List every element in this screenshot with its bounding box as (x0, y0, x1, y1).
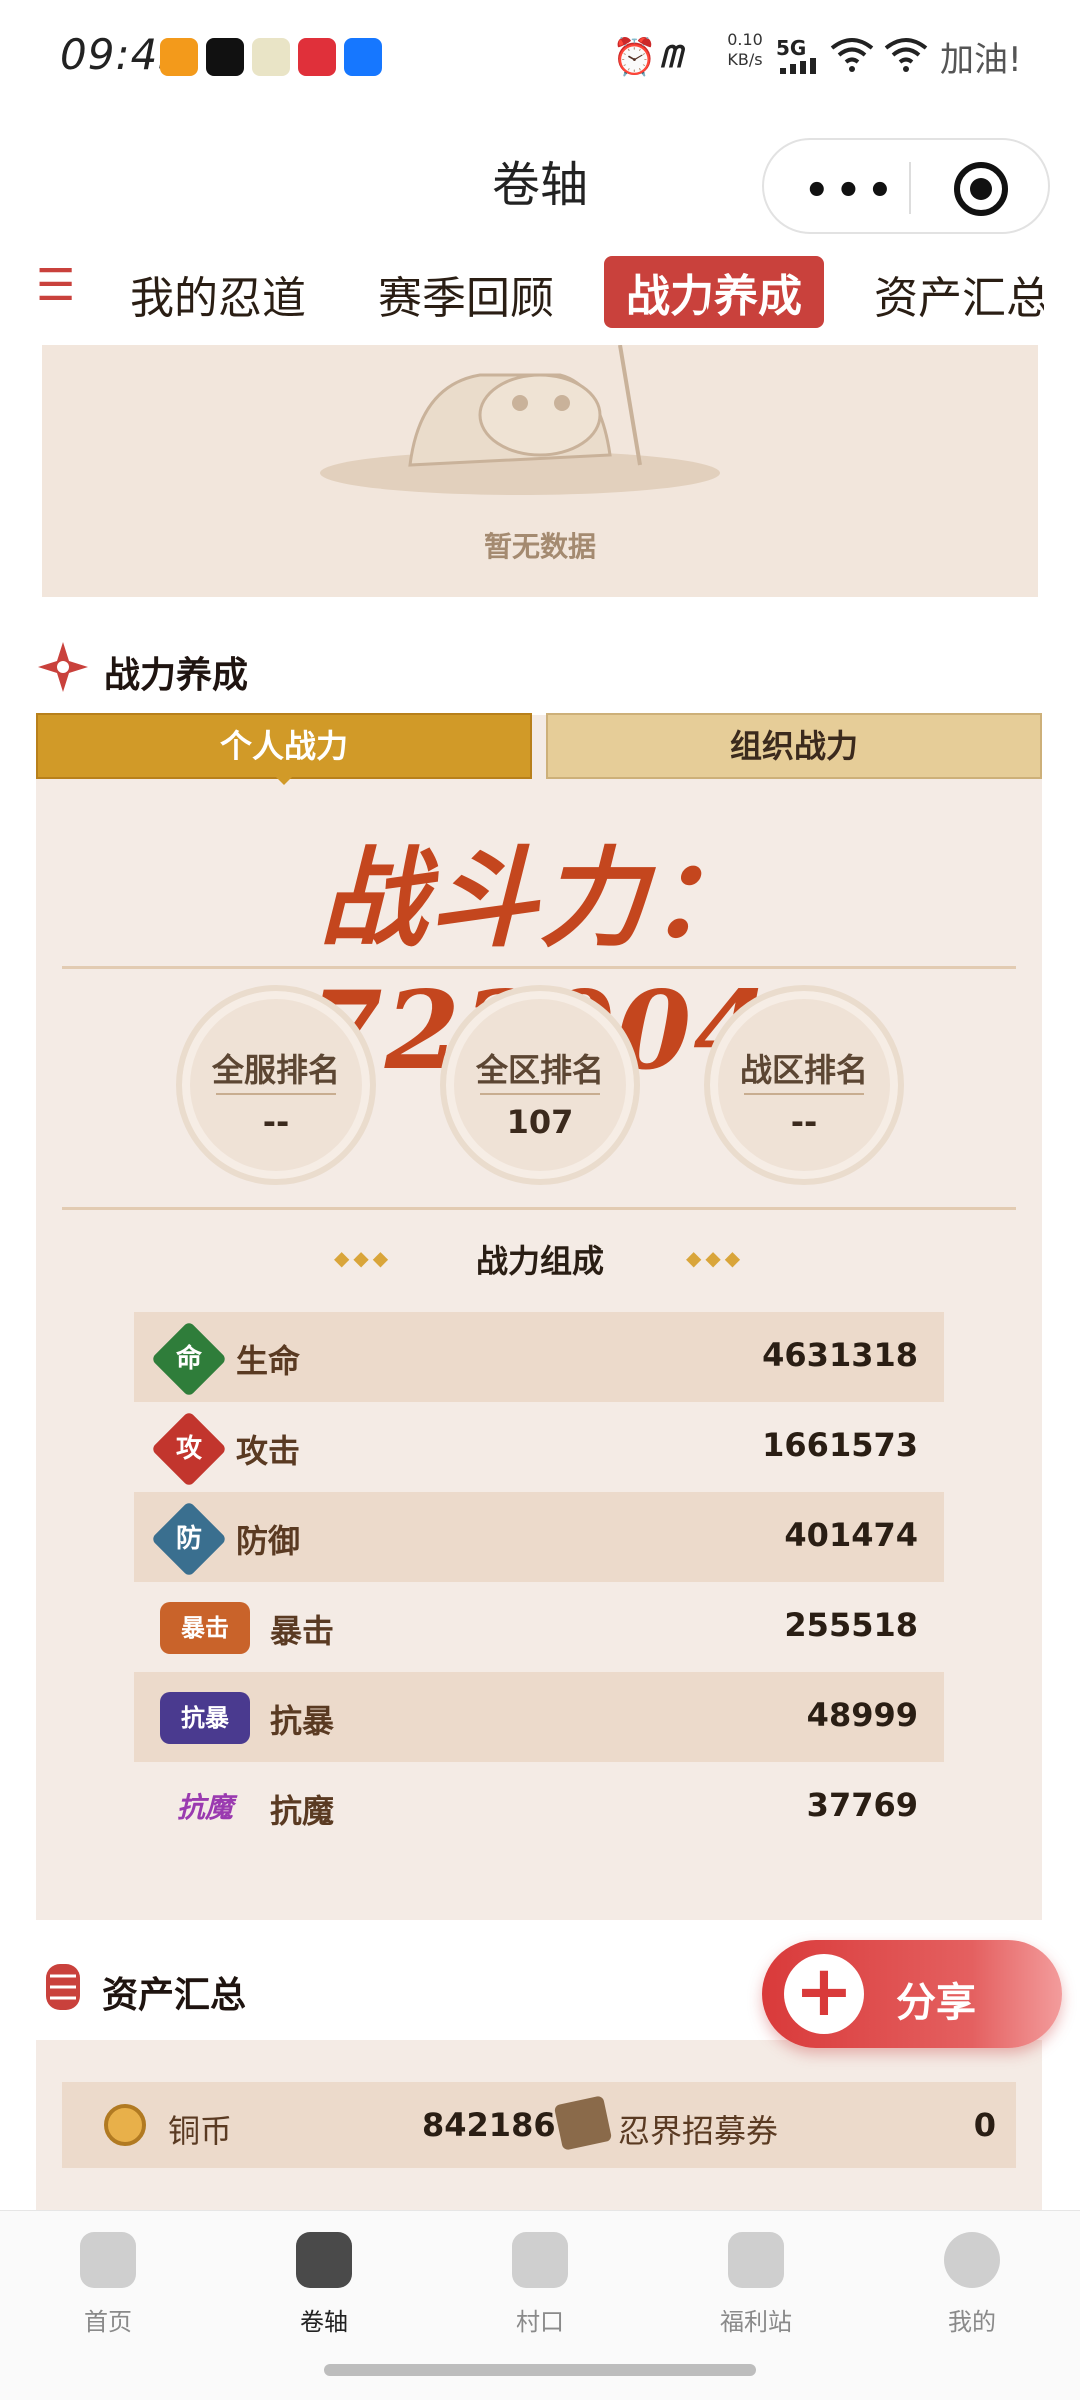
home-icon (80, 2232, 136, 2288)
plus-icon: + (784, 1954, 864, 2034)
app-notification-icon (206, 38, 244, 76)
signal-type: 5G (776, 36, 807, 60)
battery-text: 加油! (940, 40, 1022, 80)
net-speed: 0.10 KB/s (727, 30, 763, 69)
rank-server: 全服排名 -- (176, 985, 376, 1185)
nav-scroll[interactable]: 卷轴 (254, 2232, 394, 2337)
magic-resist-icon: 抗魔 (176, 1791, 233, 1824)
tab-my-ninja-way[interactable]: 我的忍道 (130, 262, 306, 326)
pinwheel-icon (512, 2232, 568, 2288)
composition-title: 战力组成 (475, 1242, 604, 1280)
share-button[interactable]: + 分享 (762, 1940, 1062, 2048)
alarm-icon: ⏰ (612, 37, 657, 78)
signal-bars-icon (776, 58, 822, 74)
tab-assets[interactable]: 资产汇总 (874, 262, 1044, 326)
scroll-icon (296, 2232, 352, 2288)
stat-row-magic-resist: 抗魔 抗魔 37769 (134, 1762, 944, 1852)
app-notification-icon (344, 38, 382, 76)
nav-profile[interactable]: 我的 (902, 2232, 1042, 2337)
divider (62, 966, 1016, 969)
nav-village[interactable]: 村口 (470, 2232, 610, 2337)
nav-home[interactable]: 首页 (38, 2232, 178, 2337)
section-title-power: 战力养成 (104, 655, 249, 696)
shuriken-icon: ✦ (694, 300, 720, 335)
tab-season-review[interactable]: 赛季回顾 (378, 262, 554, 326)
status-bar: 09:45 ⏰ ᗰ 0.10 KB/s 5G 加油! (0, 0, 1080, 120)
stat-row-hp: 命 生命 4631318 (134, 1312, 944, 1402)
user-icon (944, 2232, 1000, 2288)
wifi-icon (884, 34, 928, 78)
toad-illustration-icon (300, 344, 740, 495)
gift-icon (728, 2232, 784, 2288)
stat-row-attack: 攻 攻击 1661573 (134, 1402, 944, 1492)
coin-icon (104, 2104, 146, 2146)
crit-icon: 暴击 (160, 1602, 250, 1654)
asset-row: 铜币 842186 忍界招募券 0 (62, 2082, 1016, 2168)
tab-org-power[interactable]: 组织战力 (546, 713, 1042, 779)
stat-row-crit: 暴击 暴击 255518 (134, 1582, 944, 1672)
nav-welfare[interactable]: 福利站 (686, 2232, 826, 2337)
menu-icon[interactable]: ☰ (36, 260, 75, 311)
home-indicator (324, 2364, 756, 2376)
wifi-icon (830, 34, 874, 83)
stat-row-crit-resist: 抗暴 抗暴 48999 (134, 1672, 944, 1762)
app-notification-icon (160, 38, 198, 76)
section-title-assets: 资产汇总 (102, 1975, 247, 2016)
close-target-icon[interactable] (954, 162, 1008, 216)
more-icon[interactable]: ••• (804, 168, 899, 214)
miniprogram-capsule: ••• (762, 138, 1050, 234)
divider (62, 1207, 1016, 1210)
shuriken-icon (36, 640, 90, 694)
stat-row-defense: 防 防御 401474 (134, 1492, 944, 1582)
empty-state-text: 暂无数据 (483, 530, 596, 563)
tab-personal-power[interactable]: 个人战力 (36, 713, 532, 779)
capsule-divider (909, 162, 911, 214)
rank-zone: 战区排名 -- (704, 985, 904, 1185)
rank-region: 全区排名 107 (440, 985, 640, 1185)
recruit-ticket-icon (553, 2095, 613, 2151)
app-notification-icon (298, 38, 336, 76)
app-notification-icon (252, 38, 290, 76)
diamond-ornament-icon: ◆◆◆ (686, 1246, 745, 1270)
crit-resist-icon: 抗暴 (160, 1692, 250, 1744)
network-logo-icon: ᗰ (660, 40, 682, 75)
scroll-icon (42, 1960, 84, 2014)
tab-pointer-icon (274, 775, 294, 785)
